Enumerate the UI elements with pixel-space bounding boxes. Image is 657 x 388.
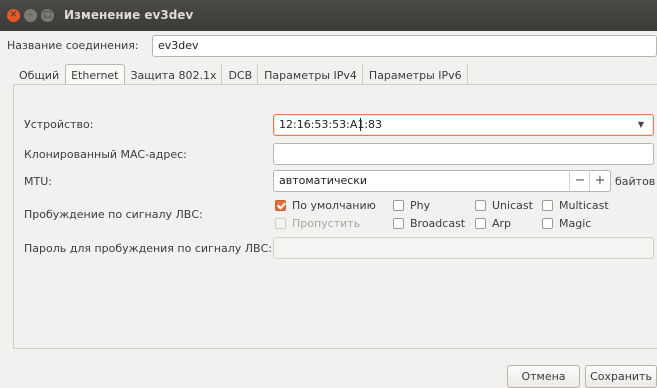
wol-ignore-checkbox: Пропустить	[275, 217, 360, 230]
connection-name-input[interactable]: ev3dev	[152, 35, 657, 57]
wol-label: Пробуждение по сигналу ЛВС:	[24, 208, 203, 221]
tab-dcb[interactable]: DCB	[222, 64, 259, 85]
tab-ipv4-settings[interactable]: Параметры IPv4	[258, 64, 363, 85]
wol-broadcast-label: Broadcast	[410, 217, 466, 230]
wol-default-label: По умолчанию	[292, 199, 376, 212]
checkbox-checked-icon	[275, 200, 286, 211]
wol-ignore-label: Пропустить	[292, 217, 361, 230]
wol-magic-checkbox[interactable]: Magic	[542, 217, 591, 230]
window-title: Изменение ev3dev	[64, 8, 194, 22]
checkbox-icon	[475, 200, 486, 211]
connection-name-label: Название соединения:	[7, 39, 139, 52]
wol-unicast-label: Unicast	[492, 199, 533, 212]
tab-general[interactable]: Общий	[13, 64, 65, 85]
wol-password-label: Пароль для пробуждения по сигналу ЛВС:	[24, 242, 272, 255]
wol-multicast-checkbox[interactable]: Multicast	[542, 199, 609, 212]
mtu-value: автоматически	[279, 174, 368, 187]
device-combo[interactable]: 12:16:53:53:A1:83 ▼	[273, 114, 654, 136]
mtu-spinbox[interactable]: автоматически − +	[273, 170, 611, 192]
wol-magic-label: Magic	[559, 217, 592, 230]
wol-phy-label: Phy	[410, 199, 431, 212]
chevron-down-icon[interactable]: ▼	[632, 115, 650, 135]
mtu-unit-label: байтов	[615, 175, 656, 188]
checkbox-icon	[542, 218, 553, 229]
tab-ipv6-settings[interactable]: Параметры IPv6	[363, 64, 468, 85]
device-value: 12:16:53:53:A1:83	[279, 118, 383, 131]
mtu-label: MTU:	[24, 175, 52, 188]
mtu-decrease-button[interactable]: −	[569, 171, 590, 191]
wol-phy-checkbox[interactable]: Phy	[393, 199, 430, 212]
wol-default-checkbox[interactable]: По умолчанию	[275, 199, 376, 212]
wol-password-input	[273, 237, 654, 259]
checkbox-icon	[542, 200, 553, 211]
cloned-mac-input[interactable]	[273, 143, 654, 165]
text-cursor	[360, 118, 361, 131]
maximize-icon: □	[43, 10, 52, 20]
save-button[interactable]: Сохранить	[585, 365, 657, 388]
checkbox-icon	[393, 218, 404, 229]
cloned-mac-label: Клонированный MAC-адрес:	[24, 148, 187, 161]
device-label: Устройство:	[24, 118, 94, 131]
wol-unicast-checkbox[interactable]: Unicast	[475, 199, 533, 212]
checkbox-icon	[393, 200, 404, 211]
cancel-button[interactable]: Отмена	[507, 365, 580, 388]
checkbox-icon	[275, 218, 286, 229]
wol-arp-label: Arp	[492, 217, 512, 230]
wol-multicast-label: Multicast	[559, 199, 609, 212]
tab-bar: Общий Ethernet Защита 802.1x DCB Парамет…	[13, 64, 468, 85]
tab-ethernet[interactable]: Ethernet	[65, 64, 125, 85]
tab-8021x-security[interactable]: Защита 802.1x	[125, 64, 223, 85]
mtu-increase-button[interactable]: +	[589, 171, 610, 191]
connection-name-row: Название соединения: ev3dev	[0, 31, 657, 61]
window-titlebar: ✕ – □ Изменение ev3dev	[0, 0, 657, 31]
wol-broadcast-checkbox[interactable]: Broadcast	[393, 217, 465, 230]
wol-arp-checkbox[interactable]: Arp	[475, 217, 511, 230]
close-window-button[interactable]: ✕	[7, 9, 20, 22]
maximize-window-button[interactable]: □	[41, 9, 54, 22]
minimize-window-button[interactable]: –	[24, 9, 37, 22]
close-icon: ✕	[9, 10, 18, 20]
checkbox-icon	[475, 218, 486, 229]
minimize-icon: –	[28, 10, 33, 20]
